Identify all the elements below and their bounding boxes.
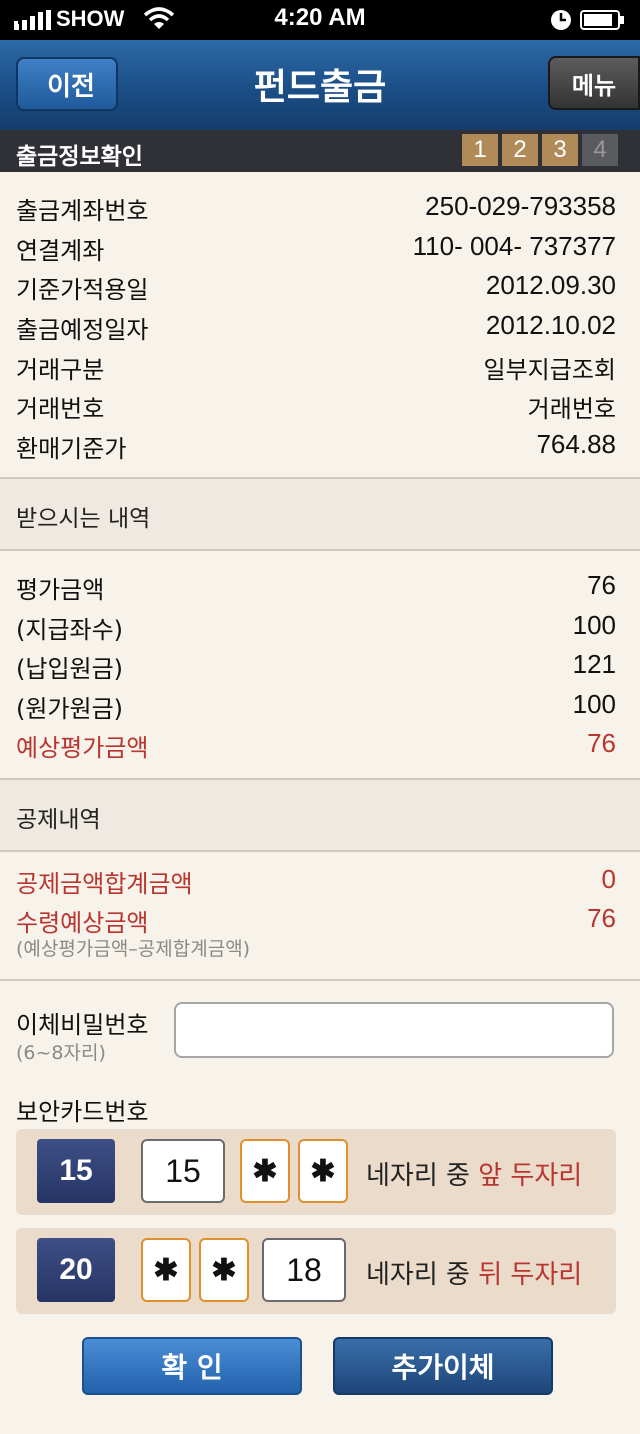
receive-label: 예상평가금액 [16, 734, 149, 762]
info-value: 764.88 [536, 429, 616, 459]
deduction-note: (예상평가금액–공제합계금액) [16, 938, 251, 960]
receive-value: 100 [572, 610, 616, 640]
security-card-instruction: 네자리 중 뒤 두자리 [366, 1254, 582, 1291]
status-bar: SHOW 4:20 AM [0, 0, 640, 40]
security-card-index: 20 [37, 1238, 115, 1302]
step-2: 2 [502, 134, 538, 166]
divider [0, 979, 640, 981]
info-row: 출금계좌번호 250-029-793358 [16, 191, 616, 227]
step-indicator: 1 2 3 4 [462, 134, 618, 166]
receive-row: (원가원금) 100 [16, 689, 616, 725]
transfer-password-input[interactable] [174, 1002, 614, 1058]
info-value: 110- 004- 737377 [412, 231, 616, 261]
additional-transfer-button[interactable]: 추가이체 [333, 1337, 553, 1395]
info-row: 기준가적용일 2012.09.30 [16, 270, 616, 306]
confirm-button[interactable]: 확 인 [82, 1337, 302, 1395]
info-row: 환매기준가 764.88 [16, 429, 616, 465]
deduction-value: 0 [601, 864, 616, 894]
receive-label: (납입원금) [16, 655, 124, 683]
info-label: 기준가적용일 [16, 276, 149, 304]
info-value: 거래번호 [527, 395, 616, 423]
instruction-text: 네자리 중 [366, 1161, 470, 1191]
page-title: 펀드출금 [253, 67, 387, 108]
menu-button[interactable]: 메뉴 [548, 56, 640, 110]
info-label: 출금예정일자 [16, 316, 149, 344]
password-hint: (6~8자리) [16, 1042, 106, 1064]
receive-row: (납입원금) 121 [16, 649, 616, 685]
receive-label: (지급좌수) [16, 616, 124, 644]
receive-section-header: 받으시는 내역 [0, 479, 640, 549]
info-row: 연결계좌 110- 004- 737377 [16, 231, 616, 267]
deduction-value: 76 [587, 903, 616, 933]
receive-title: 받으시는 내역 [16, 506, 151, 532]
receive-value: 76 [587, 728, 616, 758]
masked-digit: ✱ [141, 1238, 191, 1302]
instruction-text: 네자리 중 [366, 1260, 470, 1290]
deduction-title: 공제내역 [16, 807, 101, 833]
security-card-instruction: 네자리 중 앞 두자리 [366, 1155, 582, 1192]
alarm-clock-icon [551, 10, 571, 30]
security-card-row-2: 20 ✱ ✱ 18 네자리 중 뒤 두자리 [16, 1228, 616, 1314]
security-card-index: 15 [37, 1139, 115, 1203]
deduction-section-header: 공제내역 [0, 780, 640, 850]
masked-digit: ✱ [298, 1139, 348, 1203]
info-value: 250-029-793358 [425, 191, 616, 221]
info-row: 출금예정일자 2012.10.02 [16, 310, 616, 346]
receive-label: (원가원금) [16, 695, 124, 723]
info-label: 환매기준가 [16, 435, 127, 463]
receive-row: (지급좌수) 100 [16, 610, 616, 646]
security-card-row-1: 15 15 ✱ ✱ 네자리 중 앞 두자리 [16, 1129, 616, 1215]
deduction-label: 수령예상금액 [16, 909, 149, 937]
receive-label: 평가금액 [16, 576, 105, 604]
password-label: 이체비밀번호 [16, 1011, 149, 1039]
info-label: 거래구분 [16, 356, 105, 384]
deduction-label: 공제금액합계금액 [16, 870, 193, 898]
receive-value: 100 [572, 689, 616, 719]
info-value: 일부지급조회 [483, 356, 616, 384]
receive-value: 121 [572, 649, 616, 679]
masked-digit: ✱ [199, 1238, 249, 1302]
divider [0, 549, 640, 551]
security-card-label: 보안카드번호 [16, 1098, 149, 1126]
receive-value: 76 [587, 570, 616, 600]
receive-row: 예상평가금액 76 [16, 728, 616, 764]
info-label: 연결계좌 [16, 237, 105, 265]
info-value: 2012.09.30 [485, 270, 616, 300]
instruction-highlight: 앞 두자리 [478, 1161, 583, 1191]
section-title: 출금정보확인 [16, 144, 143, 170]
step-1: 1 [462, 134, 498, 166]
info-row: 거래번호 거래번호 [16, 389, 616, 425]
divider [0, 850, 640, 852]
info-value: 2012.10.02 [485, 310, 616, 340]
info-label: 거래번호 [16, 395, 105, 423]
info-row: 거래구분 일부지급조회 [16, 350, 616, 386]
masked-digit: ✱ [240, 1139, 290, 1203]
security-card-digit-input[interactable]: 15 [141, 1139, 225, 1203]
battery-icon [580, 10, 624, 30]
step-4: 4 [582, 134, 618, 166]
navigation-bar: 이전 펀드출금 메뉴 [0, 40, 640, 130]
instruction-highlight: 뒤 두자리 [478, 1260, 583, 1290]
receive-row: 평가금액 76 [16, 570, 616, 606]
clock: 4:20 AM [274, 4, 366, 31]
security-card-digit-input[interactable]: 18 [262, 1238, 346, 1302]
step-3: 3 [542, 134, 578, 166]
section-header: 출금정보확인 1 2 3 4 [0, 130, 640, 172]
deduction-row: 공제금액합계금액 0 [16, 864, 616, 900]
info-label: 출금계좌번호 [16, 197, 149, 225]
